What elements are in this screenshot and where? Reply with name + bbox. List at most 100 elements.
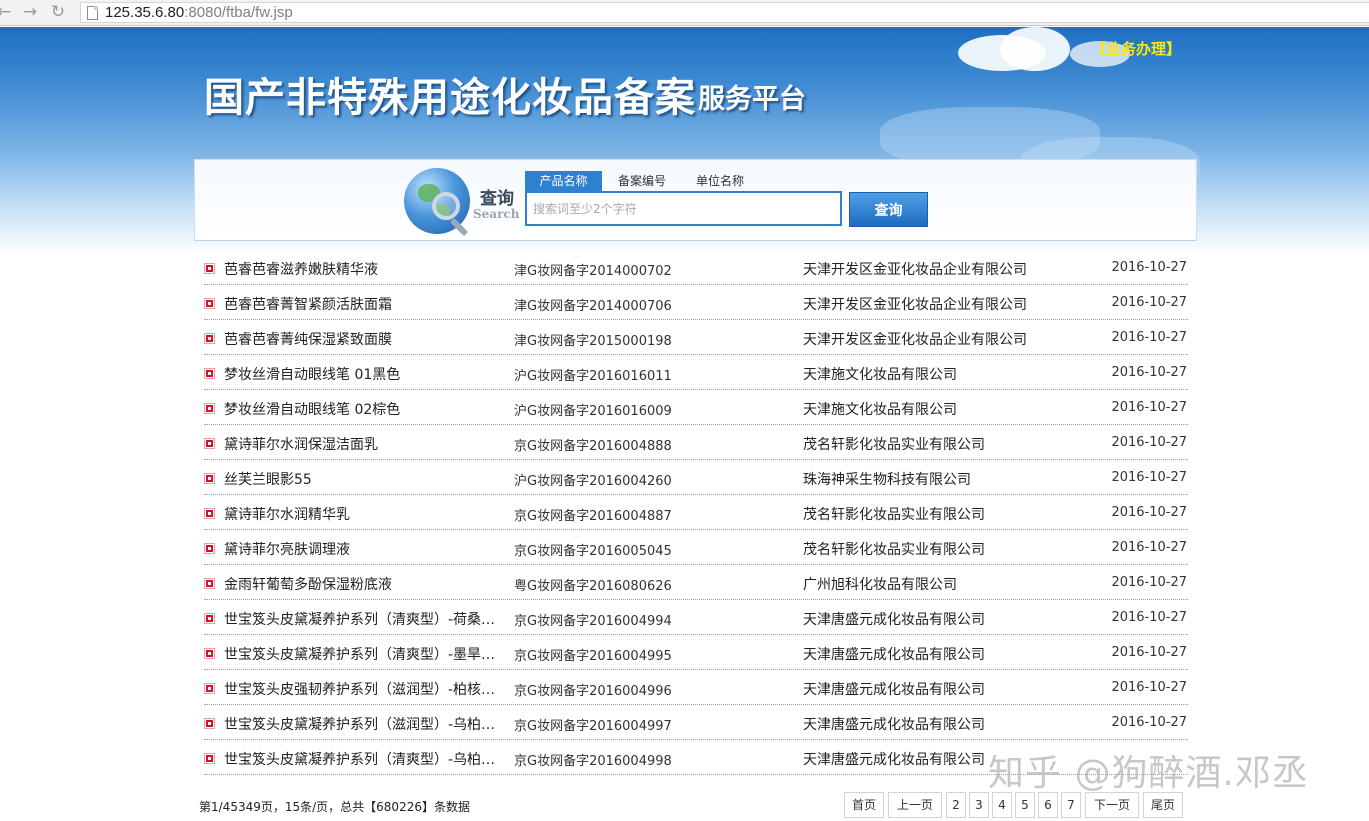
record-date: 2016-10-27: [1111, 715, 1187, 730]
company-name: 天津开发区金亚化妆品企业有限公司: [803, 262, 1027, 278]
result-row[interactable]: 梦妆丝滑自动眼线笔 01黑色 沪G妆网备字2016016011 天津施文化妆品有限公…: [204, 355, 1188, 390]
result-row[interactable]: 世宝笈头皮黛凝养护系列（清爽型）-荷桑… 京G妆网备字2016004994 天津唐盛…: [204, 600, 1188, 635]
record-number: 京G妆网备字2016004887: [514, 509, 672, 524]
company-name: 珠海神采生物科技有限公司: [803, 472, 971, 488]
search-panel: 查询 Search 产品名称 备案编号 单位名称 查询: [194, 159, 1197, 241]
result-row[interactable]: 金雨轩葡萄多酚保湿粉底液 粤G妆网备字2016080626 广州旭科化妆品有限公司 2…: [204, 565, 1188, 600]
product-name-link[interactable]: 梦妆丝滑自动眼线笔 02棕色: [224, 399, 502, 419]
record-date: 2016-10-27: [1111, 540, 1187, 555]
bullet-icon: [204, 753, 215, 764]
first-page-button[interactable]: 首页: [844, 792, 884, 818]
url-text: 125.35.6.80:8080/ftba/fw.jsp: [105, 4, 293, 21]
record-number: 沪G妆网备字2016004260: [514, 474, 672, 489]
site-subtitle: 服务平台: [698, 84, 806, 115]
watermark: 知乎 @狗醉酒.邓丞: [988, 753, 1309, 794]
search-button[interactable]: 查询: [849, 192, 928, 227]
search-title: 查询: [480, 189, 514, 209]
result-row[interactable]: 黛诗菲尔亮肤调理液 京G妆网备字2016005045 茂名轩影化妆品实业有限公司 20…: [204, 530, 1188, 565]
product-name-link[interactable]: 金雨轩葡萄多酚保湿粉底液: [224, 574, 502, 594]
record-number: 京G妆网备字2016004888: [514, 439, 672, 454]
company-name: 天津唐盛元成化妆品有限公司: [803, 647, 985, 663]
record-number: 津G妆网备字2014000702: [514, 264, 672, 279]
bullet-icon: [204, 683, 215, 694]
prev-page-button[interactable]: 上一页: [888, 792, 942, 818]
company-name: 天津唐盛元成化妆品有限公司: [803, 612, 985, 628]
record-number: 粤G妆网备字2016080626: [514, 579, 672, 594]
reload-icon[interactable]: ↻: [48, 2, 68, 22]
product-name-link[interactable]: 世宝笈头皮黛凝养护系列（清爽型）-乌柏…: [224, 749, 502, 769]
result-row[interactable]: 黛诗菲尔水润精华乳 京G妆网备字2016004887 茂名轩影化妆品实业有限公司 20…: [204, 495, 1188, 530]
product-name-link[interactable]: 黛诗菲尔亮肤调理液: [224, 539, 502, 559]
product-name-link[interactable]: 世宝笈头皮黛凝养护系列（清爽型）-墨旱…: [224, 644, 502, 664]
company-name: 茂名轩影化妆品实业有限公司: [803, 542, 985, 558]
record-number: 沪G妆网备字2016016011: [514, 369, 672, 384]
result-row[interactable]: 芭睿芭睿菁智紧颜活肤面霜 津G妆网备字2014000706 天津开发区金亚化妆品企业…: [204, 285, 1188, 320]
product-name-link[interactable]: 芭睿芭睿滋养嫩肤精华液: [224, 259, 502, 279]
company-name: 天津唐盛元成化妆品有限公司: [803, 717, 985, 733]
result-row[interactable]: 丝芙兰眼影55 沪G妆网备字2016004260 珠海神采生物科技有限公司 2016-…: [204, 460, 1188, 495]
result-row[interactable]: 世宝笈头皮黛凝养护系列（滋润型）-乌柏… 京G妆网备字2016004997 天津唐盛…: [204, 705, 1188, 740]
record-date: 2016-10-27: [1111, 575, 1187, 590]
bullet-icon: [204, 473, 215, 484]
product-name-link[interactable]: 世宝笈头皮强韧养护系列（滋润型）-柏核…: [224, 679, 502, 699]
page-2-button[interactable]: 2: [946, 792, 966, 818]
bullet-icon: [204, 578, 215, 589]
tab-record-number[interactable]: 备案编号: [607, 171, 677, 191]
company-name: 天津开发区金亚化妆品企业有限公司: [803, 297, 1027, 313]
browser-address-bar: ← → ↻ 125.35.6.80:8080/ftba/fw.jsp: [0, 0, 1369, 26]
record-number: 京G妆网备字2016005045: [514, 544, 672, 559]
business-link[interactable]: 【业务办理】: [1091, 38, 1181, 59]
record-number: 京G妆网备字2016004998: [514, 754, 672, 769]
record-date: 2016-10-27: [1111, 295, 1187, 310]
record-date: 2016-10-27: [1111, 680, 1187, 695]
search-title-en: Search: [473, 207, 520, 221]
record-date: 2016-10-27: [1111, 330, 1187, 345]
record-date: 2016-10-27: [1111, 470, 1187, 485]
company-name: 天津唐盛元成化妆品有限公司: [803, 682, 985, 698]
result-row[interactable]: 世宝笈头皮黛凝养护系列（清爽型）-墨旱… 京G妆网备字2016004995 天津唐盛…: [204, 635, 1188, 670]
record-date: 2016-10-27: [1111, 365, 1187, 380]
url-field[interactable]: 125.35.6.80:8080/ftba/fw.jsp: [80, 2, 1369, 23]
product-name-link[interactable]: 世宝笈头皮黛凝养护系列（清爽型）-荷桑…: [224, 609, 502, 629]
product-name-link[interactable]: 黛诗菲尔水润保湿洁面乳: [224, 434, 502, 454]
result-list: 芭睿芭睿滋养嫩肤精华液 津G妆网备字2014000702 天津开发区金亚化妆品企业有…: [204, 250, 1188, 775]
bullet-icon: [204, 333, 215, 344]
record-number: 津G妆网备字2015000198: [514, 334, 672, 349]
bullet-icon: [204, 438, 215, 449]
bullet-icon: [204, 718, 215, 729]
page-3-button[interactable]: 3: [969, 792, 989, 818]
product-name-link[interactable]: 黛诗菲尔水润精华乳: [224, 504, 502, 524]
page-icon: [87, 6, 98, 20]
back-arrow-icon[interactable]: ←: [0, 2, 14, 22]
product-name-link[interactable]: 世宝笈头皮黛凝养护系列（滋润型）-乌柏…: [224, 714, 502, 734]
product-name-link[interactable]: 丝芙兰眼影55: [224, 469, 502, 489]
company-name: 茂名轩影化妆品实业有限公司: [803, 437, 985, 453]
bullet-icon: [204, 508, 215, 519]
tab-product-name[interactable]: 产品名称: [525, 171, 602, 191]
company-name: 天津开发区金亚化妆品企业有限公司: [803, 332, 1027, 348]
product-name-link[interactable]: 芭睿芭睿菁智紧颜活肤面霜: [224, 294, 502, 314]
result-row[interactable]: 芭睿芭睿滋养嫩肤精华液 津G妆网备字2014000702 天津开发区金亚化妆品企业有…: [204, 250, 1188, 285]
record-date: 2016-10-27: [1111, 505, 1187, 520]
company-name: 天津唐盛元成化妆品有限公司: [803, 752, 985, 768]
forward-arrow-icon[interactable]: →: [20, 2, 40, 22]
record-date: 2016-10-27: [1111, 400, 1187, 415]
bullet-icon: [204, 368, 215, 379]
search-input[interactable]: [525, 191, 842, 226]
cloud-graphic: [1000, 27, 1070, 71]
record-date: 2016-10-27: [1111, 435, 1187, 450]
result-row[interactable]: 黛诗菲尔水润保湿洁面乳 京G妆网备字2016004888 茂名轩影化妆品实业有限公司…: [204, 425, 1188, 460]
bullet-icon: [204, 613, 215, 624]
result-row[interactable]: 芭睿芭睿菁纯保湿紧致面膜 津G妆网备字2015000198 天津开发区金亚化妆品企业…: [204, 320, 1188, 355]
company-name: 广州旭科化妆品有限公司: [803, 577, 957, 593]
result-row[interactable]: 梦妆丝滑自动眼线笔 02棕色 沪G妆网备字2016016009 天津施文化妆品有限公…: [204, 390, 1188, 425]
result-row[interactable]: 世宝笈头皮强韧养护系列（滋润型）-柏核… 京G妆网备字2016004996 天津唐盛…: [204, 670, 1188, 705]
bullet-icon: [204, 403, 215, 414]
pagination-info: 第1/45349页，15条/页，总共【680226】条数据: [199, 800, 470, 814]
record-date: 2016-10-27: [1111, 260, 1187, 275]
product-name-link[interactable]: 芭睿芭睿菁纯保湿紧致面膜: [224, 329, 502, 349]
product-name-link[interactable]: 梦妆丝滑自动眼线笔 01黑色: [224, 364, 502, 384]
bullet-icon: [204, 298, 215, 309]
tab-company-name[interactable]: 单位名称: [685, 171, 755, 191]
record-number: 津G妆网备字2014000706: [514, 299, 672, 314]
